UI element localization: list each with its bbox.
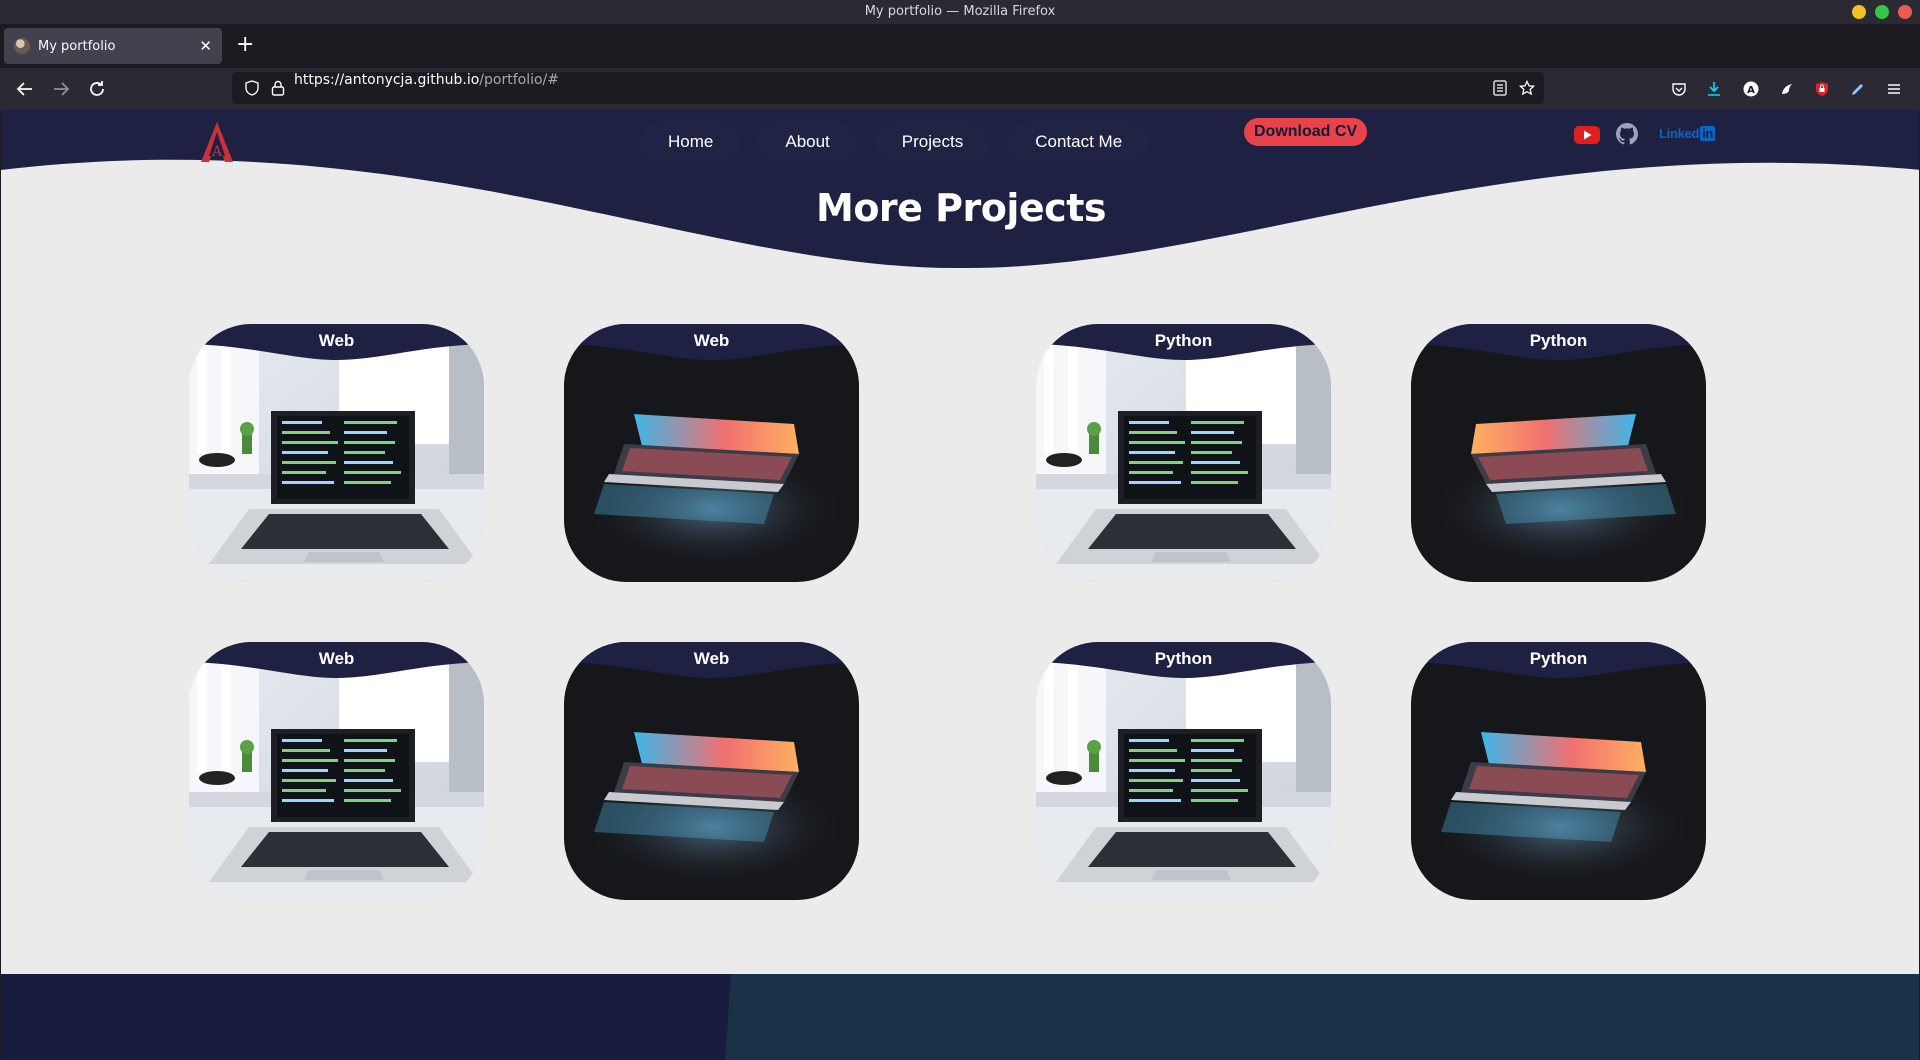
bookmark-star-icon[interactable] <box>1515 76 1539 100</box>
window-title: My portfolio — Mozilla Firefox <box>864 4 1056 19</box>
account-avatar-icon[interactable]: A <box>1739 77 1763 101</box>
project-category-label: Web <box>318 331 355 350</box>
project-category-label: Web <box>693 331 730 350</box>
downloads-icon[interactable] <box>1702 77 1726 101</box>
tab-my-portfolio[interactable]: My portfolio ✕ <box>4 28 222 64</box>
project-card[interactable]: Web <box>564 324 859 582</box>
project-card[interactable]: Python <box>1036 642 1331 900</box>
project-card[interactable]: Web <box>189 324 484 582</box>
project-card[interactable]: Python <box>1411 642 1706 900</box>
linkedin-link[interactable]: Linked in <box>1659 126 1716 141</box>
tab-label: My portfolio <box>38 38 116 54</box>
menu-icon[interactable] <box>1882 77 1906 101</box>
project-category-label: Python <box>1154 649 1213 668</box>
project-card[interactable]: Python <box>1036 324 1331 582</box>
forward-icon[interactable] <box>49 77 73 101</box>
download-cv-button[interactable]: Download CV <box>1244 118 1368 146</box>
project-card[interactable]: Python <box>1411 324 1706 582</box>
back-icon[interactable] <box>13 77 37 101</box>
reload-icon[interactable] <box>85 77 109 101</box>
lock-icon[interactable] <box>266 76 290 100</box>
project-card[interactable]: Web <box>189 642 484 900</box>
site-logo[interactable]: A <box>197 120 237 164</box>
extension-icon[interactable] <box>1775 77 1799 101</box>
nav-about-link[interactable]: About <box>758 121 857 163</box>
project-category-label: Python <box>1529 649 1588 668</box>
section-title: More Projects <box>816 186 1106 230</box>
browser-toolbar: https://antonycja.github.io/portfolio/# … <box>0 68 1920 110</box>
site-header: A Home About Projects Contact Me Downloa… <box>1 110 1919 280</box>
nav-projects-link[interactable]: Projects <box>874 121 991 163</box>
nav-contact-link[interactable]: Contact Me <box>1008 121 1150 163</box>
footer-panel <box>725 974 1919 1060</box>
project-category-label: Web <box>693 649 730 668</box>
new-tab-button[interactable]: + <box>236 34 254 56</box>
pocket-icon[interactable] <box>1667 77 1691 101</box>
svg-text:A: A <box>211 144 223 160</box>
adblock-icon[interactable] <box>1810 77 1834 101</box>
favicon-icon <box>14 38 30 54</box>
site-nav: Home About Projects Contact Me <box>641 121 1150 163</box>
window-titlebar: My portfolio — Mozilla Firefox <box>0 0 1920 24</box>
site-footer <box>1 974 1919 1060</box>
svg-text:A: A <box>1747 85 1755 96</box>
pen-tool-icon[interactable] <box>1846 77 1870 101</box>
maximize-button[interactable] <box>1875 5 1889 19</box>
tab-strip: My portfolio ✕ + <box>0 24 1920 68</box>
window-controls <box>1852 5 1912 19</box>
url-text[interactable]: https://antonycja.github.io/portfolio/# <box>294 72 559 88</box>
shield-icon[interactable] <box>240 76 264 100</box>
reader-view-icon[interactable] <box>1488 76 1512 100</box>
project-category-label: Web <box>318 649 355 668</box>
project-card[interactable]: Web <box>564 642 859 900</box>
project-category-label: Python <box>1529 331 1588 350</box>
close-icon[interactable]: ✕ <box>199 37 212 55</box>
project-category-label: Python <box>1154 331 1213 350</box>
minimize-button[interactable] <box>1852 5 1866 19</box>
page-viewport: A Home About Projects Contact Me Downloa… <box>0 110 1920 1060</box>
url-bar[interactable]: https://antonycja.github.io/portfolio/# <box>232 72 1544 104</box>
close-window-button[interactable] <box>1898 5 1912 19</box>
nav-home-link[interactable]: Home <box>641 121 741 163</box>
